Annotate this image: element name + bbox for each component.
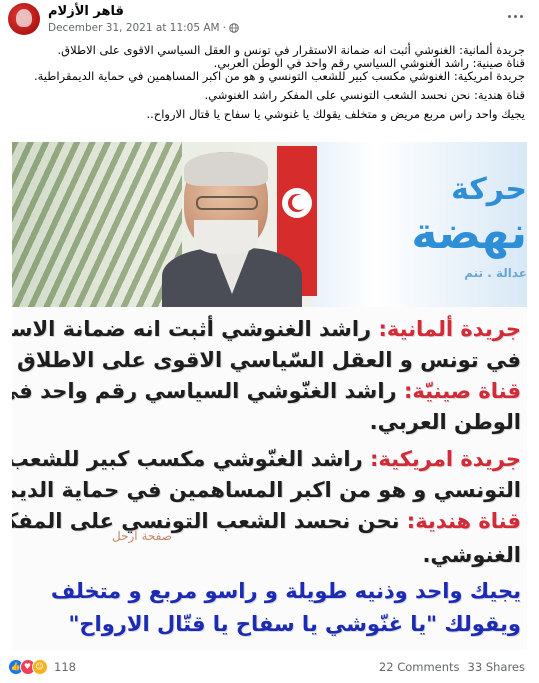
post-header: قاهر الأزلام December 31, 2021 at 11:05 …: [0, 0, 539, 40]
image-text-line: التونسي و هو من اكبر المساهمين في حماية …: [12, 478, 521, 502]
image-text-line: الغنوشي.: [422, 543, 521, 567]
source-label: جريدة ألمانية:: [378, 317, 521, 341]
banner-line: نهضة: [411, 208, 527, 259]
globe-icon: [229, 23, 239, 33]
reactions-summary[interactable]: 👍 ♥ ☺ 118: [8, 659, 76, 675]
author-avatar[interactable]: [8, 3, 40, 35]
reaction-count: 118: [54, 660, 76, 674]
quote-text: راشد الغنّوشي مكسب كبير للشعب: [12, 447, 370, 471]
image-text-line: قناة صينيّة: راشد الغنّوشي السياسي رقم و…: [12, 379, 521, 403]
banner-line: حركة: [451, 172, 527, 207]
post-meta: December 31, 2021 at 11:05 AM ·: [48, 22, 239, 34]
post-text-line: قناة هندية: نحن نحسد الشعب التونسي على ا…: [204, 88, 525, 102]
image-text-line: الوطن العربي.: [369, 410, 521, 434]
image-text-line: قناة هندية: نحن نحسد الشعب التونسي على ا…: [12, 509, 521, 533]
shares-link[interactable]: 33 Shares: [468, 660, 525, 674]
post-footer: 👍 ♥ ☺ 118 22 Comments 33 Shares: [0, 650, 539, 683]
person-portrait: [162, 152, 302, 307]
image-text-line: جريدة امريكية: راشد الغنّوشي مكسب كبير ل…: [12, 447, 521, 471]
post-text: جريدة ألمانية: الغنوشي أثبت انه ضمانة ال…: [14, 44, 525, 121]
image-text-line: جريدة ألمانية: راشد الغنوشي أثبت انه ضما…: [12, 317, 521, 341]
quote-text: راشد الغنوشي أثبت انه ضمانة الاستقرار: [12, 317, 372, 341]
post-text-line: جريدة امريكية: الغنوشي مكسب كبير للشعب ا…: [33, 69, 525, 83]
image-text-line: ويقولك "يا غنّوشي يا سفاح يا قتّال الارو…: [68, 612, 521, 636]
source-label: قناة صينيّة:: [403, 379, 521, 403]
post-text-image[interactable]: جريدة ألمانية: راشد الغنوشي أثبت انه ضما…: [12, 307, 527, 650]
party-banner-text: حركة نهضة عدالة . تنم: [332, 172, 527, 280]
image-text-line: في تونس و العقل السّياسي الاقوى على الاط…: [17, 348, 521, 372]
palm-leaves: [12, 142, 182, 307]
date-separator: ·: [222, 22, 226, 34]
banner-line: عدالة . تنم: [464, 266, 527, 280]
post-photo[interactable]: حركة نهضة عدالة . تنم: [12, 142, 527, 307]
post-text-line: يجيك واحد راس مربع مريض و متخلف يقولك يا…: [146, 107, 526, 121]
source-label: جريدة امريكية:: [370, 447, 521, 471]
haha-icon: ☺: [32, 659, 48, 675]
quote-text: نحن نحسد الشعب التونسي على المفكر راشد: [12, 509, 400, 533]
image-text-line: يجيك واحد وذنيه طويلة و راسو مربع و متخل…: [50, 579, 521, 603]
author-name[interactable]: قاهر الأزلام: [48, 4, 124, 19]
page-watermark: صفحة ارحل: [112, 529, 172, 543]
quote-text: راشد الغنّوشي السياسي رقم واحد في: [12, 379, 404, 403]
post-stats: 22 Comments 33 Shares: [379, 660, 525, 674]
comments-link[interactable]: 22 Comments: [379, 660, 460, 674]
more-options-icon[interactable]: [505, 10, 525, 22]
post-date[interactable]: December 31, 2021 at 11:05 AM: [48, 22, 220, 34]
source-label: قناة هندية:: [406, 509, 521, 533]
